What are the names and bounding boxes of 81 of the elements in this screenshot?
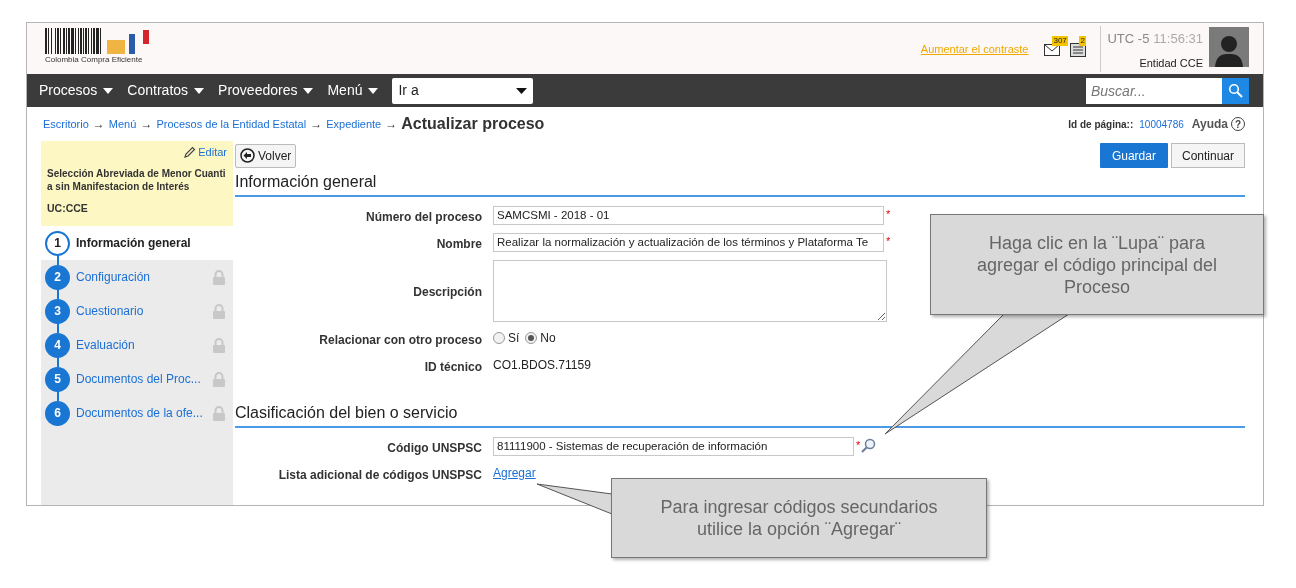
save-button[interactable]: Guardar: [1099, 143, 1168, 168]
mail-count-badge: 307: [1052, 36, 1068, 46]
field-label: Código UNSPSC: [386, 440, 482, 457]
continue-button[interactable]: Continuar: [1170, 143, 1245, 168]
entity-name: Entidad CCE: [1139, 55, 1203, 71]
step-number: 3: [45, 298, 70, 324]
text-field[interactable]: SAMCSMI - 2018 - 01: [493, 206, 884, 225]
field-label: Relacionar con otro proceso: [318, 332, 482, 349]
unit-code-text: UC:CCE: [47, 200, 89, 216]
breadcrumb-arrow-icon: →: [92, 115, 105, 133]
radio-button[interactable]: [493, 332, 505, 344]
nav-menu-item[interactable]: Contratos: [127, 80, 205, 101]
required-asterisk: *: [856, 438, 861, 453]
required-asterisk: *: [886, 234, 891, 249]
field-label: ID técnico: [423, 359, 482, 376]
search-icon: [1228, 83, 1243, 98]
search-icon[interactable]: [860, 438, 877, 454]
radio-option[interactable]: No: [525, 329, 556, 347]
step-number: 4: [45, 332, 70, 358]
add-link[interactable]: Agregar: [493, 464, 536, 482]
edit-link[interactable]: Editar: [183, 144, 227, 161]
callout-text: Haga clic en la ¨Lupa¨ para agregar el código principal del Proceso: [975, 231, 1219, 298]
breadcrumb-arrow-icon: →: [385, 115, 398, 133]
field-label: Lista adicional de códigos UNSPSC: [277, 467, 482, 484]
callout-text: Para ingresar códigos secundarios utilice la opción ¨Agregar¨: [659, 496, 939, 540]
step-label: Configuración: [76, 269, 152, 286]
nav-menu-item[interactable]: Proveedores: [218, 80, 314, 101]
user-avatar[interactable]: [1209, 27, 1249, 67]
section-heading: Información general: [235, 170, 1245, 197]
step-item[interactable]: 5 Documentos del Proc...: [41, 362, 233, 396]
step-item[interactable]: 1 Información general: [41, 226, 233, 260]
breadcrumb-arrow-icon: →: [310, 115, 323, 133]
notice-count-badge: 2: [1079, 36, 1086, 46]
caret-icon: [368, 87, 379, 94]
field-label: Descripción: [412, 284, 482, 301]
caret-icon: [303, 87, 314, 94]
breadcrumb-link[interactable]: Escritorio: [43, 115, 89, 133]
step-number: 5: [45, 366, 70, 392]
step-number: 1: [45, 230, 70, 256]
step-label: Documentos del Proc...: [76, 371, 202, 388]
caret-icon: [516, 87, 528, 94]
step-label: Documentos de la ofe...: [76, 405, 204, 422]
breadcrumb-arrow-icon: →: [140, 115, 153, 133]
pencil-icon: [183, 145, 197, 159]
back-button[interactable]: Volver: [235, 143, 297, 168]
step-item[interactable]: 2 Configuración: [41, 260, 233, 294]
page-id-link[interactable]: 10004786: [1139, 116, 1184, 132]
text-field[interactable]: Realizar la normalización y actualización de los términos y Plataforma Te: [493, 233, 884, 252]
goto-dropdown[interactable]: Ir a: [392, 77, 534, 104]
clock-time: 11:56:31: [1153, 30, 1203, 48]
caret-icon: [194, 87, 205, 94]
breadcrumb-link[interactable]: Menú: [108, 115, 137, 133]
field-label: Nombre: [435, 236, 482, 253]
radio-button[interactable]: [525, 332, 538, 344]
step-label: Cuestionario: [76, 303, 145, 320]
field-value: CO1.BDOS.71159: [493, 357, 591, 374]
breadcrumb-link[interactable]: Procesos de la Entidad Estatal: [156, 115, 307, 133]
nav-menu-item[interactable]: Menú: [327, 80, 379, 101]
logo-text: Colombia Compra Eficiente: [45, 56, 144, 64]
breadcrumb-link[interactable]: Expediente: [326, 115, 382, 133]
description-field[interactable]: [493, 260, 887, 322]
field-label: Número del proceso: [364, 209, 482, 226]
caret-icon: [103, 87, 114, 94]
radio-option[interactable]: Sí: [493, 329, 520, 347]
step-item[interactable]: 4 Evaluación: [41, 328, 233, 362]
step-item[interactable]: 6 Documentos de la ofe...: [41, 396, 233, 430]
step-label: Evaluación: [76, 337, 136, 354]
required-asterisk: *: [886, 207, 891, 222]
nav-menu-item[interactable]: Procesos: [39, 80, 114, 101]
page-id-label: Id de página::: [1068, 117, 1134, 132]
help-label: Ayuda: [1191, 116, 1228, 133]
text-field[interactable]: 81111900 - Sistemas de recuperación de información: [493, 437, 854, 456]
page-title: Actualizar proceso: [401, 114, 545, 134]
step-label: Información general: [76, 235, 192, 252]
timezone-text: UTC -5: [1107, 30, 1150, 48]
step-number: 2: [45, 264, 70, 290]
search-field[interactable]: Buscar...: [1086, 77, 1222, 104]
process-type-text: Selección Abreviada de Menor Cuantia sin Manifestacion de Interés: [47, 166, 227, 193]
step-number: 6: [45, 400, 70, 426]
search-button[interactable]: [1222, 77, 1249, 104]
step-item[interactable]: 3 Cuestionario: [41, 294, 233, 328]
